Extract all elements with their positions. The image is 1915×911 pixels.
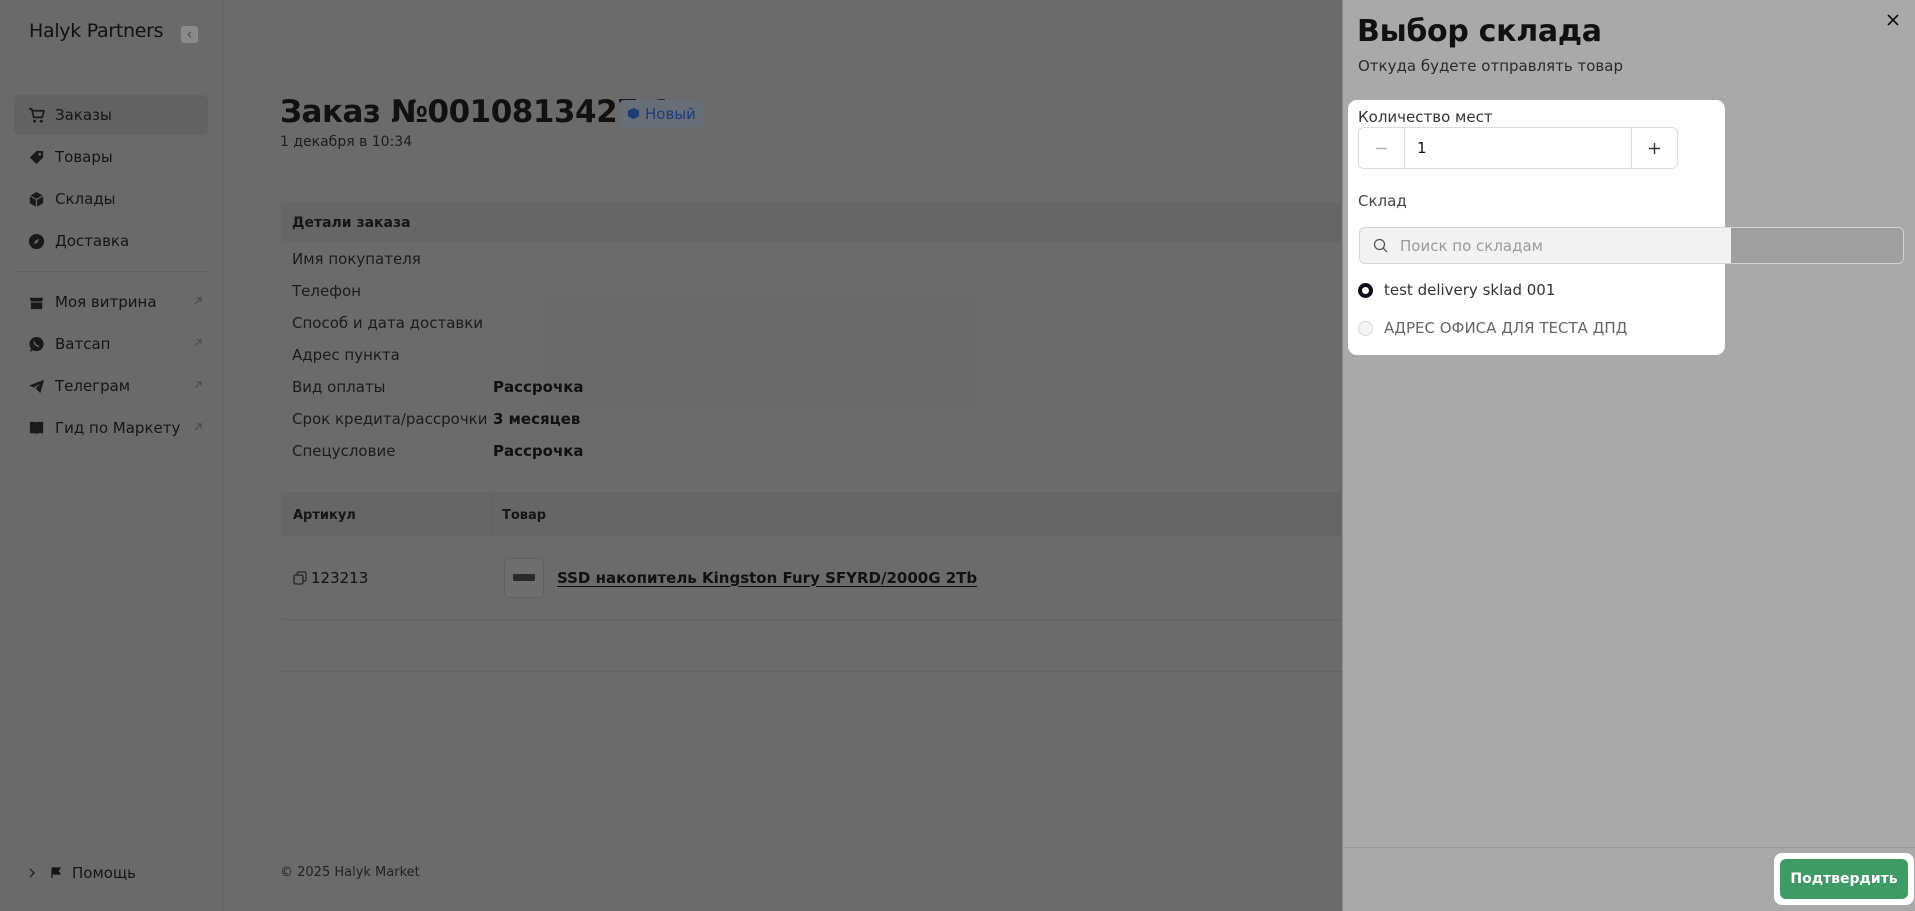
table-row: 123213 SSD накопитель Kingston Fury SFYR… — [281, 536, 1344, 620]
confirm-highlight: Подтвердить — [1774, 853, 1914, 905]
box-icon — [627, 107, 640, 120]
status-badge: Новый — [619, 100, 704, 127]
detail-label-payment: Вид оплаты — [292, 378, 386, 396]
sku-value: 123213 — [311, 568, 369, 587]
flag-icon — [51, 867, 62, 878]
search-input[interactable] — [1400, 236, 1800, 255]
page-title: Заказ №0010813427-1 — [280, 94, 672, 130]
quantity-input[interactable]: 1 — [1405, 128, 1631, 168]
detail-label-delivery: Способ и дата доставки — [292, 314, 484, 332]
book-icon — [27, 419, 45, 437]
drawer-title: Выбор склада — [1357, 14, 1602, 49]
warehouse-option[interactable]: АДРЕС ОФИСА ДЛЯ ТЕСТА ДПД — [1358, 319, 1627, 337]
sidebar-item-storefront[interactable]: Моя витрина — [14, 282, 208, 322]
radio-unselected[interactable] — [1358, 320, 1373, 336]
close-icon — [1887, 14, 1899, 26]
compass-icon — [27, 232, 45, 250]
sidebar-item-orders[interactable]: Заказы — [14, 95, 208, 135]
drawer-subtitle: Откуда будете отправлять товар — [1358, 57, 1623, 75]
copy-icon — [293, 570, 307, 585]
buyer-info-skeleton — [545, 295, 974, 407]
external-link-icon — [194, 423, 202, 431]
telegram-icon — [27, 377, 45, 395]
warehouse-option-label: test delivery sklad 001 — [1384, 281, 1556, 299]
sidebar-item-warehouses[interactable]: Склады — [14, 179, 208, 219]
detail-label-credit-term: Срок кредита/рассрочки — [292, 410, 488, 428]
detail-label-special: Спецусловие — [292, 442, 396, 460]
warehouse-label: Склад — [1358, 192, 1407, 210]
sidebar-item-label: Телеграм — [55, 377, 131, 395]
confirm-button[interactable]: Подтвердить — [1780, 859, 1908, 899]
drawer-footer-divider — [1343, 847, 1915, 848]
warehouse-option-label: АДРЕС ОФИСА ДЛЯ ТЕСТА ДПД — [1384, 319, 1628, 337]
sku-cell[interactable]: 123213 — [281, 569, 492, 587]
sidebar-nav-external: Моя витрина Ватсап Телеграм Гид по Марке… — [14, 282, 208, 450]
plus-icon — [1649, 142, 1660, 154]
sidebar-item-products[interactable]: Товары — [14, 137, 208, 177]
brand-logo[interactable]: Halyk Partners — [29, 20, 164, 42]
sidebar-item-label: Склады — [55, 190, 116, 208]
external-link-icon — [194, 381, 202, 389]
sidebar-item-label: Доставка — [55, 232, 130, 250]
table-row-empty — [281, 620, 1344, 672]
goods-table: Артикул Товар 123213 SSD накопитель King… — [281, 493, 1344, 672]
order-date: 1 декабря в 10:34 — [280, 134, 413, 150]
increment-button[interactable] — [1631, 128, 1677, 168]
help-menu[interactable]: Помощь — [26, 864, 136, 882]
external-link-icon — [194, 339, 202, 347]
close-button[interactable] — [1885, 12, 1901, 28]
chevron-right-icon — [29, 868, 35, 878]
sidebar-item-delivery[interactable]: Доставка — [14, 221, 208, 261]
sidebar-item-label: Моя витрина — [55, 293, 157, 311]
quantity-stepper: 1 — [1358, 127, 1678, 169]
sidebar-item-label: Гид по Маркету — [55, 419, 181, 437]
product-link[interactable]: SSD накопитель Kingston Fury SFYRD/2000G… — [557, 569, 977, 587]
warehouse-option[interactable]: test delivery sklad 001 — [1358, 281, 1555, 299]
status-badge-label: Новый — [645, 104, 696, 123]
sidebar: Halyk Partners Заказы Товары Склады Дост… — [0, 0, 224, 911]
detail-label-buyer: Имя покупателя — [292, 250, 421, 268]
warehouse-search[interactable] — [1359, 227, 1904, 264]
minus-icon — [1376, 147, 1387, 149]
whatsapp-icon — [27, 335, 45, 353]
detail-label-phone: Телефон — [292, 282, 362, 300]
sidebar-item-label: Заказы — [55, 106, 112, 124]
detail-value-credit-term: 3 месяцев — [493, 410, 581, 428]
column-header-product: Товар — [502, 507, 547, 523]
sidebar-item-telegram[interactable]: Телеграм — [14, 366, 208, 406]
decrement-button[interactable] — [1359, 128, 1405, 168]
chevron-left-icon — [187, 31, 192, 38]
sidebar-collapse-button[interactable] — [181, 26, 198, 43]
sidebar-item-label: Ватсап — [55, 335, 111, 353]
sidebar-nav-primary: Заказы Товары Склады Доставка — [14, 95, 208, 263]
cart-icon — [27, 106, 45, 124]
help-label: Помощь — [72, 864, 136, 882]
external-link-icon — [194, 297, 202, 305]
details-heading: Детали заказа — [281, 203, 1344, 243]
product-thumbnail — [504, 557, 544, 598]
detail-value-payment: Рассрочка — [493, 378, 584, 396]
detail-value-special: Рассрочка — [493, 442, 584, 460]
goods-table-header: Артикул Товар — [281, 493, 1344, 536]
sidebar-divider — [14, 271, 208, 272]
quantity-label: Количество мест — [1358, 108, 1493, 126]
radio-selected[interactable] — [1358, 282, 1373, 298]
column-header-sku: Артикул — [281, 494, 492, 536]
sidebar-item-market-guide[interactable]: Гид по Маркету — [14, 408, 208, 448]
order-details-card: Детали заказа Имя покупателя Телефон Спо… — [281, 203, 1344, 503]
box-icon — [27, 190, 45, 208]
warehouse-select-drawer: Выбор склада Откуда будете отправлять то… — [1342, 0, 1915, 911]
copyright: © 2025 Halyk Market — [280, 865, 420, 880]
sidebar-item-whatsapp[interactable]: Ватсап — [14, 324, 208, 364]
tag-icon — [27, 148, 45, 166]
search-icon — [1373, 238, 1388, 253]
order-page: Заказ №0010813427-1 Новый 1 декабря в 10… — [224, 0, 1344, 911]
detail-label-address: Адрес пункта — [292, 346, 400, 364]
store-icon — [27, 293, 45, 311]
sidebar-item-label: Товары — [55, 148, 113, 166]
